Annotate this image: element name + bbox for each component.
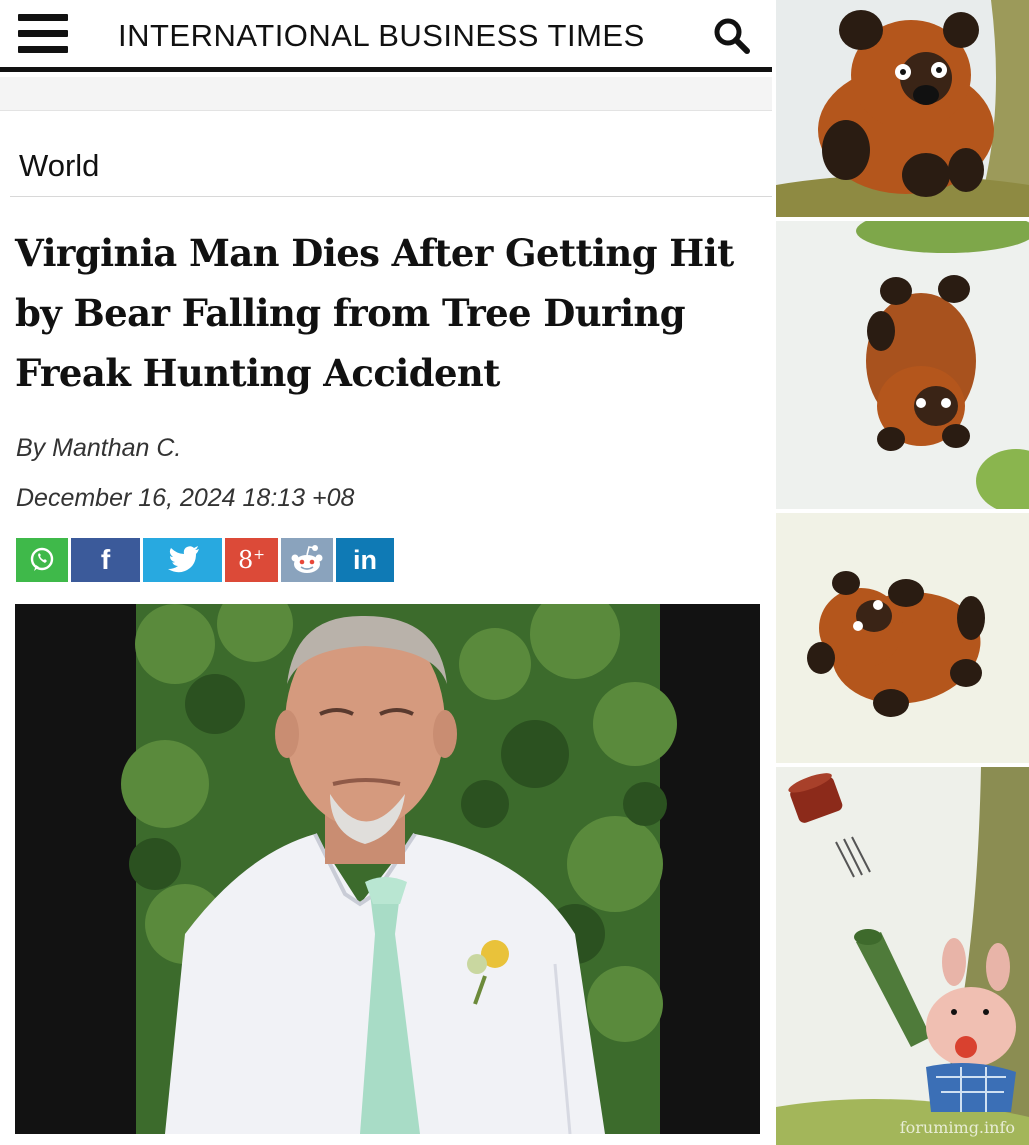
whatsapp-icon — [30, 547, 54, 571]
comic-panel-piglet-gun: forumimg.info — [776, 767, 1029, 1145]
whatsapp-share-button[interactable] — [16, 538, 68, 582]
site-title[interactable]: INTERNATIONAL BUSINESS TIMES — [118, 18, 645, 54]
search-icon[interactable] — [712, 16, 752, 56]
facebook-share-button[interactable]: f — [71, 538, 140, 582]
comic-panel-bear-sitting — [776, 0, 1029, 217]
google-plus-share-button[interactable]: 8+ — [225, 538, 278, 582]
linkedin-icon: in — [353, 544, 377, 575]
byline-prefix: By — [16, 434, 46, 462]
reddit-icon — [291, 545, 323, 573]
publish-date: December 16, 2024 18:13 +08 — [16, 484, 355, 512]
ad-strip — [0, 77, 772, 111]
section-label[interactable]: World — [19, 148, 99, 184]
author-link[interactable]: Manthan C. — [52, 434, 181, 462]
article-photo — [15, 604, 760, 1134]
facebook-icon: f — [100, 544, 111, 575]
twitter-icon — [167, 546, 199, 573]
site-header: INTERNATIONAL BUSINESS TIMES — [0, 0, 772, 72]
comic-strip: forumimg.info — [776, 0, 1029, 1145]
article-headline: Virginia Man Dies After Getting Hit by B… — [15, 231, 734, 395]
share-bar: f 8+ in — [16, 538, 394, 582]
section-divider — [10, 196, 772, 197]
reddit-share-button[interactable] — [281, 538, 333, 582]
byline: By Manthan C. — [16, 434, 181, 463]
google-plus-icon: 8+ — [237, 546, 265, 574]
linkedin-share-button[interactable]: in — [336, 538, 394, 582]
comic-panel-bear-tumbling — [776, 513, 1029, 763]
watermark: forumimg.info — [899, 1118, 1015, 1137]
comic-panel-bear-falling — [776, 221, 1029, 509]
twitter-share-button[interactable] — [143, 538, 222, 582]
article-screenshot: INTERNATIONAL BUSINESS TIMES World Virgi… — [0, 0, 774, 1145]
hamburger-menu-icon[interactable] — [18, 14, 68, 54]
